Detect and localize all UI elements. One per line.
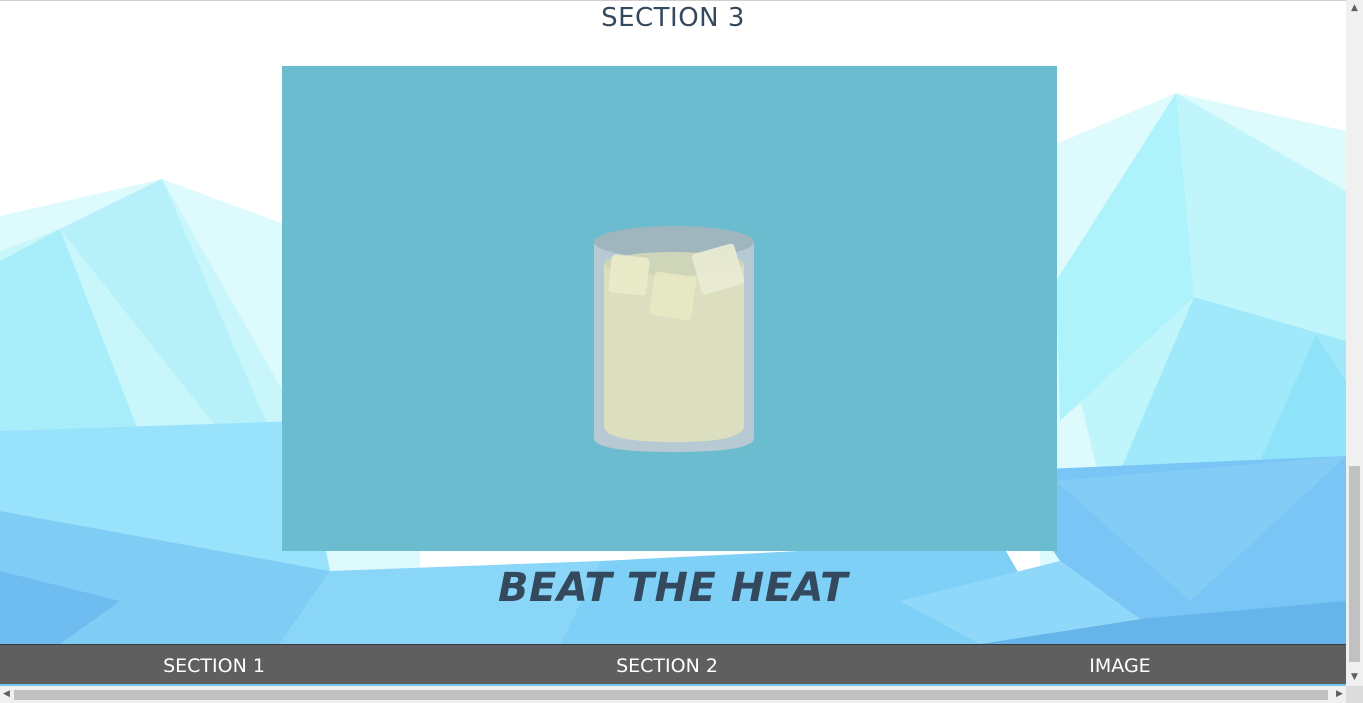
hero-headline: BEAT THE HEAT bbox=[498, 565, 848, 611]
horizontal-scroll-thumb[interactable] bbox=[14, 690, 1328, 700]
vertical-scrollbar[interactable]: ▲ ▼ bbox=[1346, 0, 1363, 686]
vertical-scroll-thumb[interactable] bbox=[1349, 466, 1360, 662]
scroll-down-arrow-icon[interactable]: ▼ bbox=[1346, 669, 1363, 686]
nav-item-section-2[interactable]: SECTION 2 bbox=[547, 655, 787, 677]
page-viewport: SECTION 3 BEAT THE HEAT SECTION 1 SECTIO… bbox=[0, 0, 1346, 686]
hero-image bbox=[282, 66, 1057, 551]
nav-item-section-1[interactable]: SECTION 1 bbox=[94, 655, 334, 677]
horizontal-scrollbar[interactable]: ◀ ▶ bbox=[0, 686, 1346, 703]
scroll-right-arrow-icon[interactable]: ▶ bbox=[1333, 686, 1346, 703]
iced-drink-glass-icon bbox=[594, 226, 754, 452]
scroll-left-arrow-icon[interactable]: ◀ bbox=[0, 686, 13, 703]
section-title: SECTION 3 bbox=[601, 3, 745, 33]
scrollbar-corner bbox=[1346, 686, 1363, 703]
bottom-navigation: SECTION 1 SECTION 2 IMAGE bbox=[0, 644, 1346, 686]
nav-item-image[interactable]: IMAGE bbox=[1000, 655, 1240, 677]
scroll-up-arrow-icon[interactable]: ▲ bbox=[1346, 0, 1363, 17]
